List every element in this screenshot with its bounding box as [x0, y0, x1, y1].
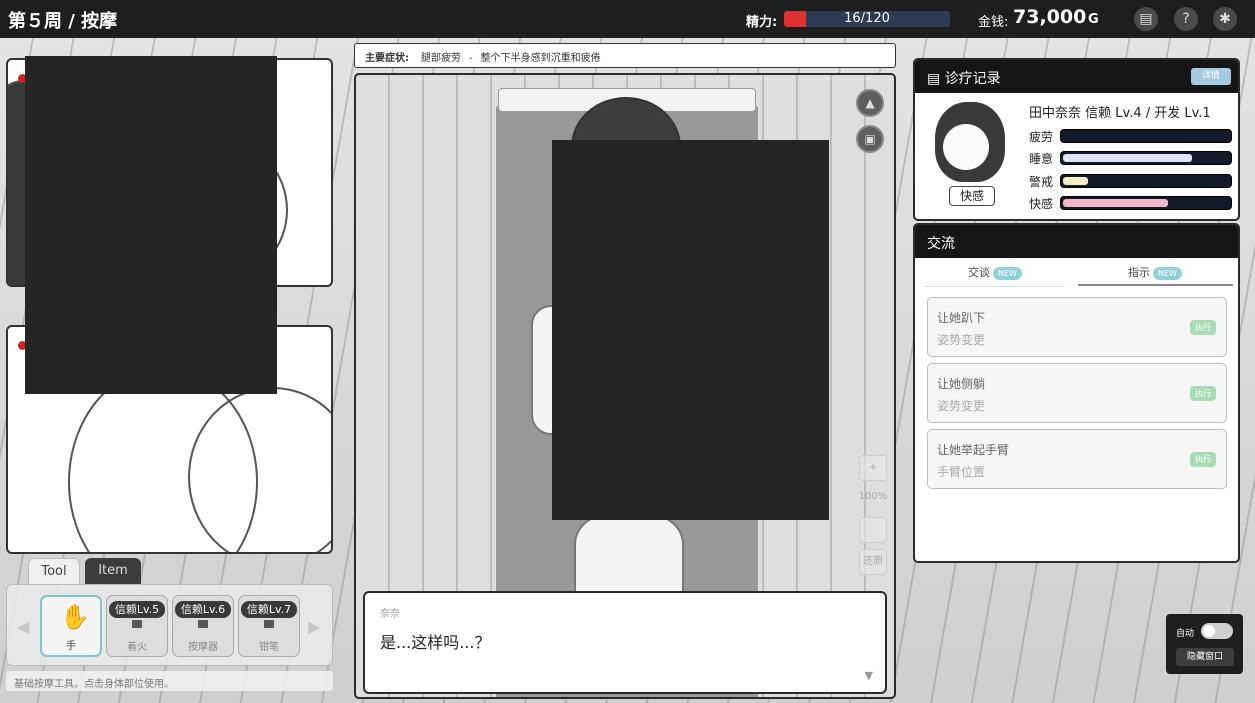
stat-bar [1060, 151, 1232, 165]
trust-level-badge: 信赖Lv.7 [241, 601, 297, 618]
symptom-description: 整个下半身感到沉重和疲倦 [480, 53, 601, 64]
lock-icon [132, 620, 142, 628]
command-card[interactable]: 让她趴下 姿势变更 执行 [927, 297, 1227, 357]
tool-slot-label: 按摩器 [188, 642, 218, 653]
command-card[interactable]: 让她举起手臂 手臂位置 执行 [927, 429, 1227, 489]
page-title: 第５周 / 按摩 [8, 11, 118, 32]
lock-icon [264, 620, 274, 628]
patient-name: 田中奈奈 信赖 Lv.4 / 开发 Lv.1 [1029, 106, 1211, 121]
tab-talk-label: 交谈 [968, 266, 991, 279]
stat-label: 快感 [1029, 197, 1054, 211]
censor-block [25, 56, 277, 394]
tab-instruct[interactable]: 指示 NEW [1080, 264, 1230, 280]
trust-level-badge: 信赖Lv.5 [109, 601, 165, 618]
trust-level-badge: 信赖Lv.6 [175, 601, 231, 618]
tab-tool[interactable]: Tool [28, 558, 80, 584]
comm-header: 交流 [915, 225, 1238, 258]
command-title: 让她趴下 [937, 311, 986, 325]
top-bar: 第５周 / 按摩 精力: 16/120 金钱: 73,000 G ▤ ? ✱ [0, 0, 1255, 38]
command-card[interactable]: 让她侧躺 姿势变更 执行 [927, 363, 1227, 423]
dialog-box[interactable]: 奈奈 是...这样吗...？ ▼ [363, 591, 887, 694]
auto-label: 自动 [1176, 629, 1195, 639]
stat-fill [1063, 154, 1192, 162]
toggle-knob [1203, 625, 1215, 637]
dialog-text: 是...这样吗...？ [380, 633, 491, 652]
command-subtitle: 姿势变更 [937, 333, 986, 347]
active-tab-indicator [1078, 284, 1233, 286]
zoom-level: 100% [858, 491, 888, 502]
tool-slot-label: 着火 [127, 642, 147, 653]
money-label: 金钱: [978, 15, 1009, 30]
stamina-value: 16/120 [844, 11, 890, 26]
record-header: ▤ 诊疗记录 [915, 60, 1238, 93]
execute-button[interactable]: 执行 [1190, 320, 1216, 335]
zoom-in-button[interactable]: + [859, 455, 887, 481]
stat-bar [1060, 196, 1232, 210]
camera-icon[interactable]: ▣ [856, 125, 884, 153]
communication-panel: 交流 交谈 NEW 指示 NEW 让她趴下 姿势变更 执行 让她侧躺 姿势变更 执行… [913, 223, 1240, 563]
tab-talk[interactable]: 交谈 NEW [920, 264, 1070, 280]
tab-divider [925, 286, 1065, 287]
money-value: 73,000 [1013, 6, 1087, 28]
stat-fill [1063, 177, 1088, 185]
symptom-part: 腿部疲劳 [421, 53, 461, 64]
stamina-label: 精力: [746, 15, 778, 30]
hide-window-button[interactable]: 隐藏窗口 [1176, 648, 1234, 666]
symptom-label: 主要症状: [365, 53, 409, 64]
stat-bar [1060, 174, 1232, 188]
stat-label: 警戒 [1029, 175, 1054, 189]
new-badge: NEW [1153, 266, 1182, 280]
tool-slot-locked[interactable]: 信赖Lv.7 钳笔 [238, 595, 300, 657]
stat-label: 疲劳 [1029, 130, 1054, 144]
speaker-name: 奈奈 [380, 609, 400, 620]
tray-prev-arrow[interactable]: ◀ [17, 617, 29, 636]
help-icon[interactable]: ? [1174, 7, 1198, 31]
advance-arrow-icon[interactable]: ▼ [865, 669, 873, 682]
tab-item[interactable]: Item [85, 558, 141, 584]
tool-slot-label: 钳笔 [259, 642, 279, 653]
view-up-icon[interactable]: ▲ [856, 89, 884, 117]
hand-icon: ✋ [60, 603, 90, 631]
stat-fill [1063, 199, 1168, 207]
portrait-tag: 快感 [949, 186, 995, 206]
patient-portrait: 快感 [927, 100, 1013, 206]
money-unit: G [1088, 12, 1099, 27]
zoom-reset-button[interactable]: 还原 [859, 549, 887, 575]
comm-title: 交流 [927, 236, 955, 252]
execute-button[interactable]: 执行 [1190, 452, 1216, 467]
tool-slot-locked[interactable]: 信赖Lv.6 按摩器 [172, 595, 234, 657]
tab-instruct-label: 指示 [1128, 266, 1151, 279]
zoom-out-button[interactable] [859, 517, 887, 543]
record-details-button[interactable]: 详情 [1191, 68, 1231, 85]
execute-button[interactable]: 执行 [1190, 386, 1216, 401]
stat-bar [1060, 129, 1232, 143]
tool-slot-label: 手 [66, 641, 76, 652]
record-title: 诊疗记录 [944, 71, 1001, 87]
chat-icon[interactable]: ▤ [1134, 7, 1158, 31]
tool-slot-hand[interactable]: ✋ 手 [40, 595, 102, 657]
auto-toggle[interactable] [1201, 623, 1233, 639]
new-badge: NEW [993, 266, 1022, 280]
tool-slot-locked[interactable]: 信赖Lv.5 着火 [106, 595, 168, 657]
stat-label: 睡意 [1029, 152, 1054, 166]
symptom-separator: - [469, 53, 473, 64]
tool-hint: 基础按摩工具。点击身体部位使用。 [6, 671, 333, 691]
command-subtitle: 姿势变更 [937, 399, 986, 413]
auto-control: 自动 隐藏窗口 [1166, 614, 1243, 674]
command-subtitle: 手臂位置 [937, 465, 986, 479]
command-title: 让她侧躺 [937, 377, 986, 391]
document-icon: ▤ [927, 71, 945, 87]
tray-next-arrow[interactable]: ▶ [308, 617, 320, 636]
medical-record-panel: ▤ 诊疗记录 详情 快感 田中奈奈 信赖 Lv.4 / 开发 Lv.1 疲劳睡意… [913, 58, 1240, 221]
symptom-bar: 主要症状: 腿部疲劳 - 整个下半身感到沉重和疲倦 [354, 43, 896, 68]
settings-icon[interactable]: ✱ [1213, 7, 1237, 31]
stamina-bar: 16/120 [784, 11, 950, 27]
censor-block [552, 140, 829, 520]
lock-icon [198, 620, 208, 628]
command-title: 让她举起手臂 [937, 443, 1010, 457]
portrait-face [943, 124, 989, 170]
